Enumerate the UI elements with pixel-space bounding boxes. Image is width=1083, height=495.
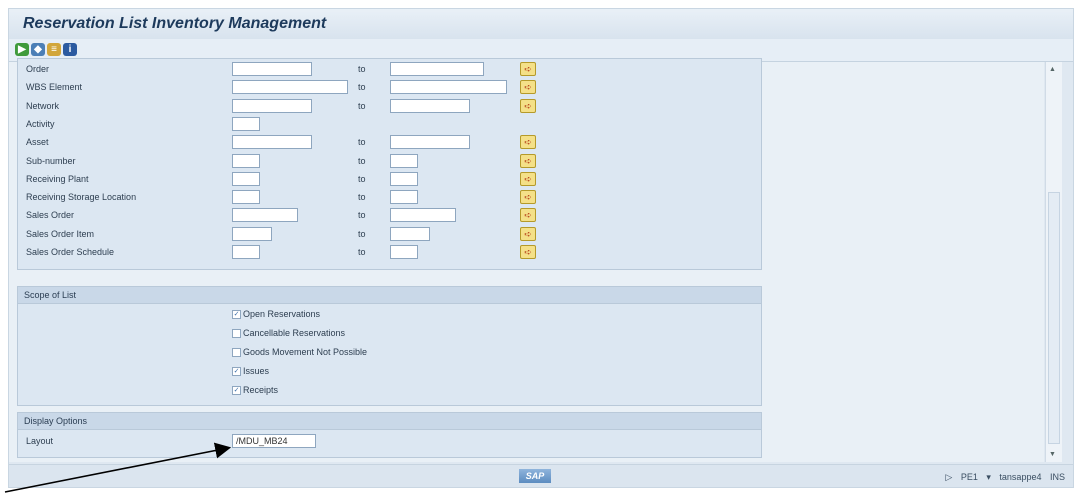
to-label: to: [358, 173, 366, 184]
to-label: to: [358, 192, 366, 203]
get-variant-icon[interactable]: ◆: [31, 43, 45, 56]
from-field[interactable]: [232, 62, 312, 76]
title-bar: Reservation List Inventory Management: [9, 9, 1073, 39]
multiple-selection-button[interactable]: ➪: [520, 80, 536, 95]
group-title: Display Options: [18, 413, 761, 430]
scope-checkbox[interactable]: ✓ Receipts: [232, 385, 279, 396]
from-field[interactable]: [232, 245, 260, 259]
from-field[interactable]: [232, 153, 260, 168]
expand-icon[interactable]: ▷: [945, 472, 952, 482]
multiple-selection-button[interactable]: ➪: [520, 98, 536, 113]
to-label: to: [358, 100, 366, 111]
to-field[interactable]: [390, 208, 456, 223]
multiple-selection-button[interactable]: ➪: [520, 135, 536, 150]
selection-options-icon[interactable]: ≡: [47, 43, 61, 56]
from-field[interactable]: [232, 226, 272, 241]
to-field[interactable]: [390, 80, 507, 95]
from-field[interactable]: [232, 98, 312, 113]
field-label: Sales Order Item: [26, 228, 95, 239]
from-field[interactable]: [232, 190, 260, 205]
multiple-selection-button[interactable]: ➪: [520, 245, 536, 259]
sap-window: Reservation List Inventory Management ▶ …: [8, 8, 1074, 488]
field-label: Activity: [26, 118, 55, 129]
selection-screen: Order to ➪ WBS Element to ➪ Network to ➪ Activity…: [9, 58, 1044, 462]
chevron-down-icon[interactable]: ▾: [986, 472, 991, 482]
field-label: Sales Order: [26, 210, 75, 221]
to-label: to: [358, 228, 366, 239]
sap-logo: SAP: [519, 469, 551, 483]
checkbox[interactable]: [232, 348, 241, 358]
from-field[interactable]: [232, 208, 298, 223]
checkbox-label: Receipts: [243, 385, 279, 395]
system-id: PE1: [960, 472, 978, 482]
page-title: Reservation List Inventory Management: [23, 15, 327, 32]
execute-icon[interactable]: ▶: [15, 43, 29, 56]
scope-checkbox[interactable]: ✓ Issues: [232, 366, 270, 377]
from-field[interactable]: [232, 135, 312, 150]
to-label: to: [358, 210, 366, 221]
checkbox-label: Open Reservations: [243, 309, 321, 319]
multiple-selection-button[interactable]: ➪: [520, 226, 536, 241]
to-field[interactable]: [390, 135, 470, 150]
multiple-selection-button[interactable]: ➪: [520, 171, 536, 186]
scope-checkbox[interactable]: Goods Movement Not Possible: [232, 347, 368, 358]
to-field[interactable]: [390, 190, 418, 205]
status-bar: SAP ▷ PE1 ▾ tansappe4 INS: [9, 464, 1073, 487]
to-label: to: [358, 155, 366, 166]
to-label: to: [358, 82, 366, 93]
to-field[interactable]: [390, 245, 418, 259]
layout-field[interactable]: /MDU_MB24: [232, 434, 316, 448]
field-label: Sub-number: [26, 155, 76, 166]
multiple-selection-button[interactable]: ➪: [520, 153, 536, 168]
scope-checkbox[interactable]: Cancellable Reservations: [232, 328, 346, 339]
field-label: Receiving Storage Location: [26, 192, 137, 203]
checkbox-label: Cancellable Reservations: [243, 328, 346, 338]
from-field[interactable]: [232, 80, 348, 95]
vertical-scrollbar[interactable]: ▲ ▼: [1045, 62, 1062, 462]
multiple-selection-button[interactable]: ➪: [520, 62, 536, 76]
info-icon[interactable]: i: [63, 43, 77, 56]
scroll-down-icon[interactable]: ▼: [1049, 451, 1056, 458]
to-label: to: [358, 247, 366, 257]
field-label: WBS Element: [26, 82, 83, 93]
user-name: tansappe4: [999, 472, 1042, 482]
to-field[interactable]: [390, 171, 418, 186]
field-label: Sales Order Schedule: [26, 247, 115, 257]
layout-label: Layout: [26, 436, 54, 446]
scope-checkbox[interactable]: ✓ Open Reservations: [232, 309, 321, 320]
scope-of-list-group: Scope of List ✓ Open Reservations Cancella…: [17, 286, 762, 406]
checkbox[interactable]: ✓: [232, 310, 241, 320]
selection-criteria-group: Order to ➪ WBS Element to ➪ Network to ➪ Activity…: [17, 58, 762, 270]
field-label: Asset: [26, 137, 49, 148]
display-options-group: Display Options Layout /MDU_MB24: [17, 412, 762, 458]
checkbox-label: Goods Movement Not Possible: [243, 347, 368, 357]
group-title: Scope of List: [18, 287, 761, 304]
to-field[interactable]: [390, 98, 470, 113]
from-field[interactable]: [232, 116, 260, 131]
system-info: ▷ PE1 ▾ tansappe4 INS: [939, 472, 1065, 483]
checkbox-label: Issues: [243, 366, 270, 376]
to-field[interactable]: [390, 62, 484, 76]
from-field[interactable]: [232, 171, 260, 186]
checkbox[interactable]: ✓: [232, 386, 241, 396]
field-label: Receiving Plant: [26, 173, 89, 184]
field-label: Network: [26, 100, 60, 111]
to-label: to: [358, 64, 366, 74]
field-label: Order: [26, 64, 50, 74]
checkbox[interactable]: ✓: [232, 367, 241, 377]
to-field[interactable]: [390, 226, 430, 241]
multiple-selection-button[interactable]: ➪: [520, 208, 536, 223]
scrollbar-thumb[interactable]: [1048, 192, 1060, 444]
input-mode: INS: [1049, 472, 1065, 482]
to-field[interactable]: [390, 153, 418, 168]
multiple-selection-button[interactable]: ➪: [520, 190, 536, 205]
scroll-up-icon[interactable]: ▲: [1049, 66, 1056, 73]
to-label: to: [358, 137, 366, 148]
checkbox[interactable]: [232, 329, 241, 339]
